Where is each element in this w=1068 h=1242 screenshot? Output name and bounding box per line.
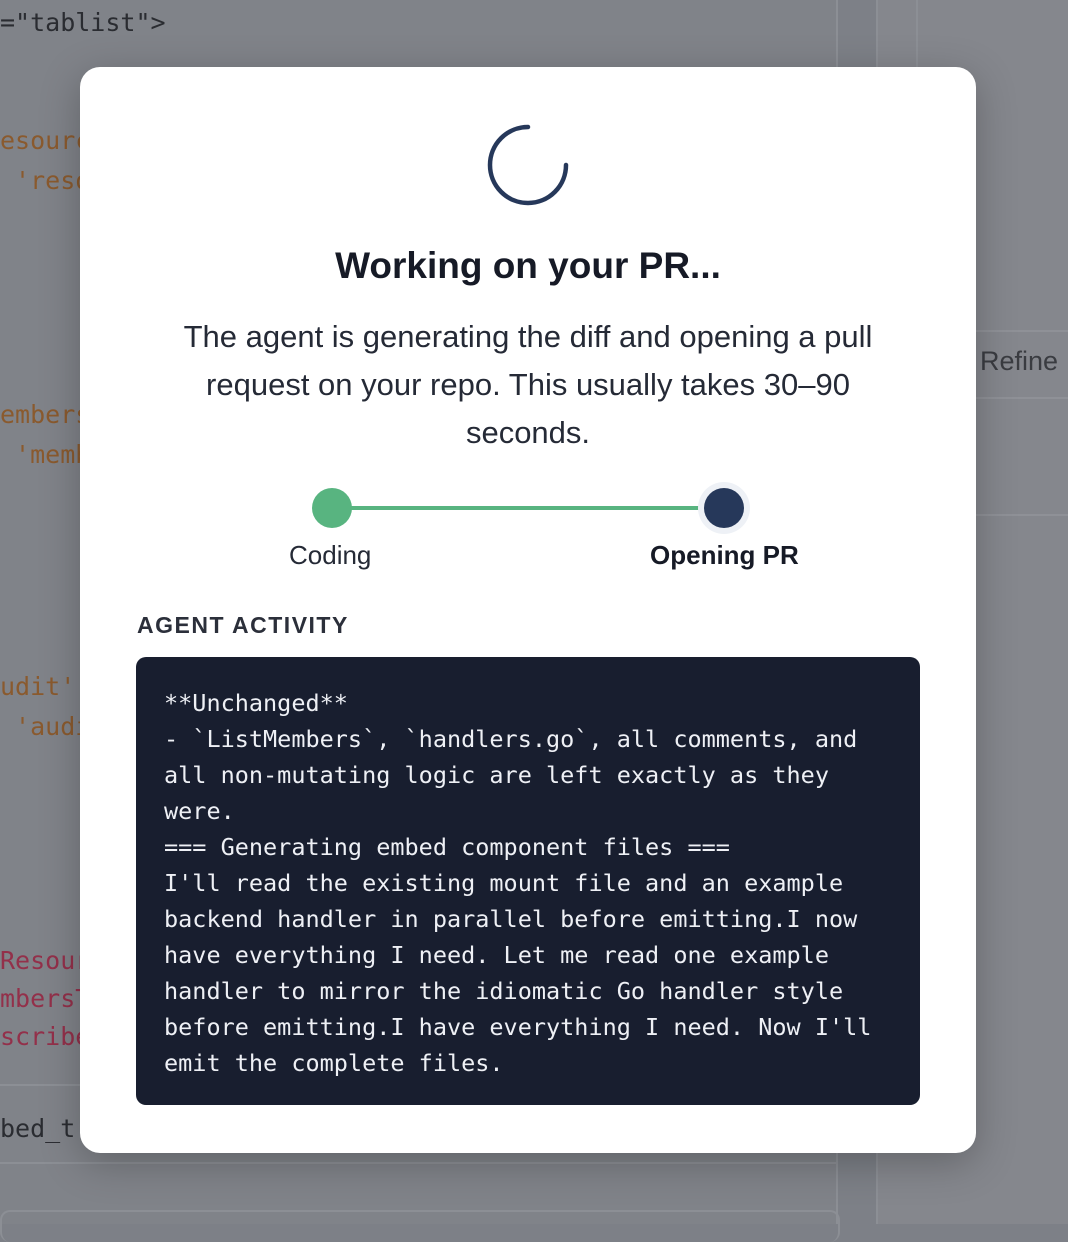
background-input-box — [0, 1210, 840, 1242]
code-line: udit' — [0, 672, 76, 701]
refine-tab-label: Refine — [980, 346, 1059, 376]
code-line: Resour — [0, 946, 91, 975]
activity-log-line: were. — [164, 797, 235, 825]
activity-log-line: before emitting.I have everything I need… — [164, 1013, 872, 1041]
step-coding-indicator — [312, 488, 352, 528]
code-line: ="tablist"> — [0, 8, 166, 37]
modal-title: Working on your PR... — [335, 245, 721, 286]
code-line: 'memb — [0, 440, 91, 469]
activity-log-line: handler to mirror the idiomatic Go handl… — [164, 977, 844, 1005]
divider — [916, 0, 918, 68]
code-line: 'audi — [0, 712, 91, 741]
code-line: embers — [0, 400, 91, 429]
agent-activity-heading: AGENT ACTIVITY — [137, 612, 349, 638]
step-opening-pr-label: Opening PR — [650, 540, 799, 570]
step-opening-pr-indicator — [704, 488, 744, 528]
stepper-connector — [332, 506, 724, 510]
activity-log-line: I'll read the existing mount file and an… — [164, 869, 844, 897]
code-line: esourc — [0, 126, 91, 155]
modal-description: The agent is generating the diff and ope… — [183, 319, 873, 450]
activity-log-line: **Unchanged** — [164, 689, 348, 717]
activity-log-line: emit the complete files. — [164, 1049, 504, 1077]
loading-spinner-icon — [487, 124, 569, 206]
activity-log-line: backend handler in parallel before emitt… — [164, 905, 858, 933]
step-coding-label: Coding — [289, 540, 372, 570]
pr-progress-modal: Working on your PR... The agent is gener… — [80, 67, 976, 1153]
activity-log-line: - `ListMembers`, `handlers.go`, all comm… — [164, 725, 858, 753]
activity-log-line: === Generating embed component files === — [164, 833, 730, 861]
code-line: 'reso — [0, 166, 91, 195]
agent-activity-log[interactable]: **Unchanged** - `ListMembers`, `handlers… — [136, 657, 920, 1105]
activity-log-line: have everything I need. Let me read one … — [164, 941, 829, 969]
code-line: scribe — [0, 1022, 91, 1051]
activity-log-line: all non-mutating logic are left exactly … — [164, 761, 829, 789]
code-line: bed_t — [0, 1114, 76, 1143]
code-line: mbersT — [0, 984, 91, 1013]
divider — [0, 1162, 836, 1164]
